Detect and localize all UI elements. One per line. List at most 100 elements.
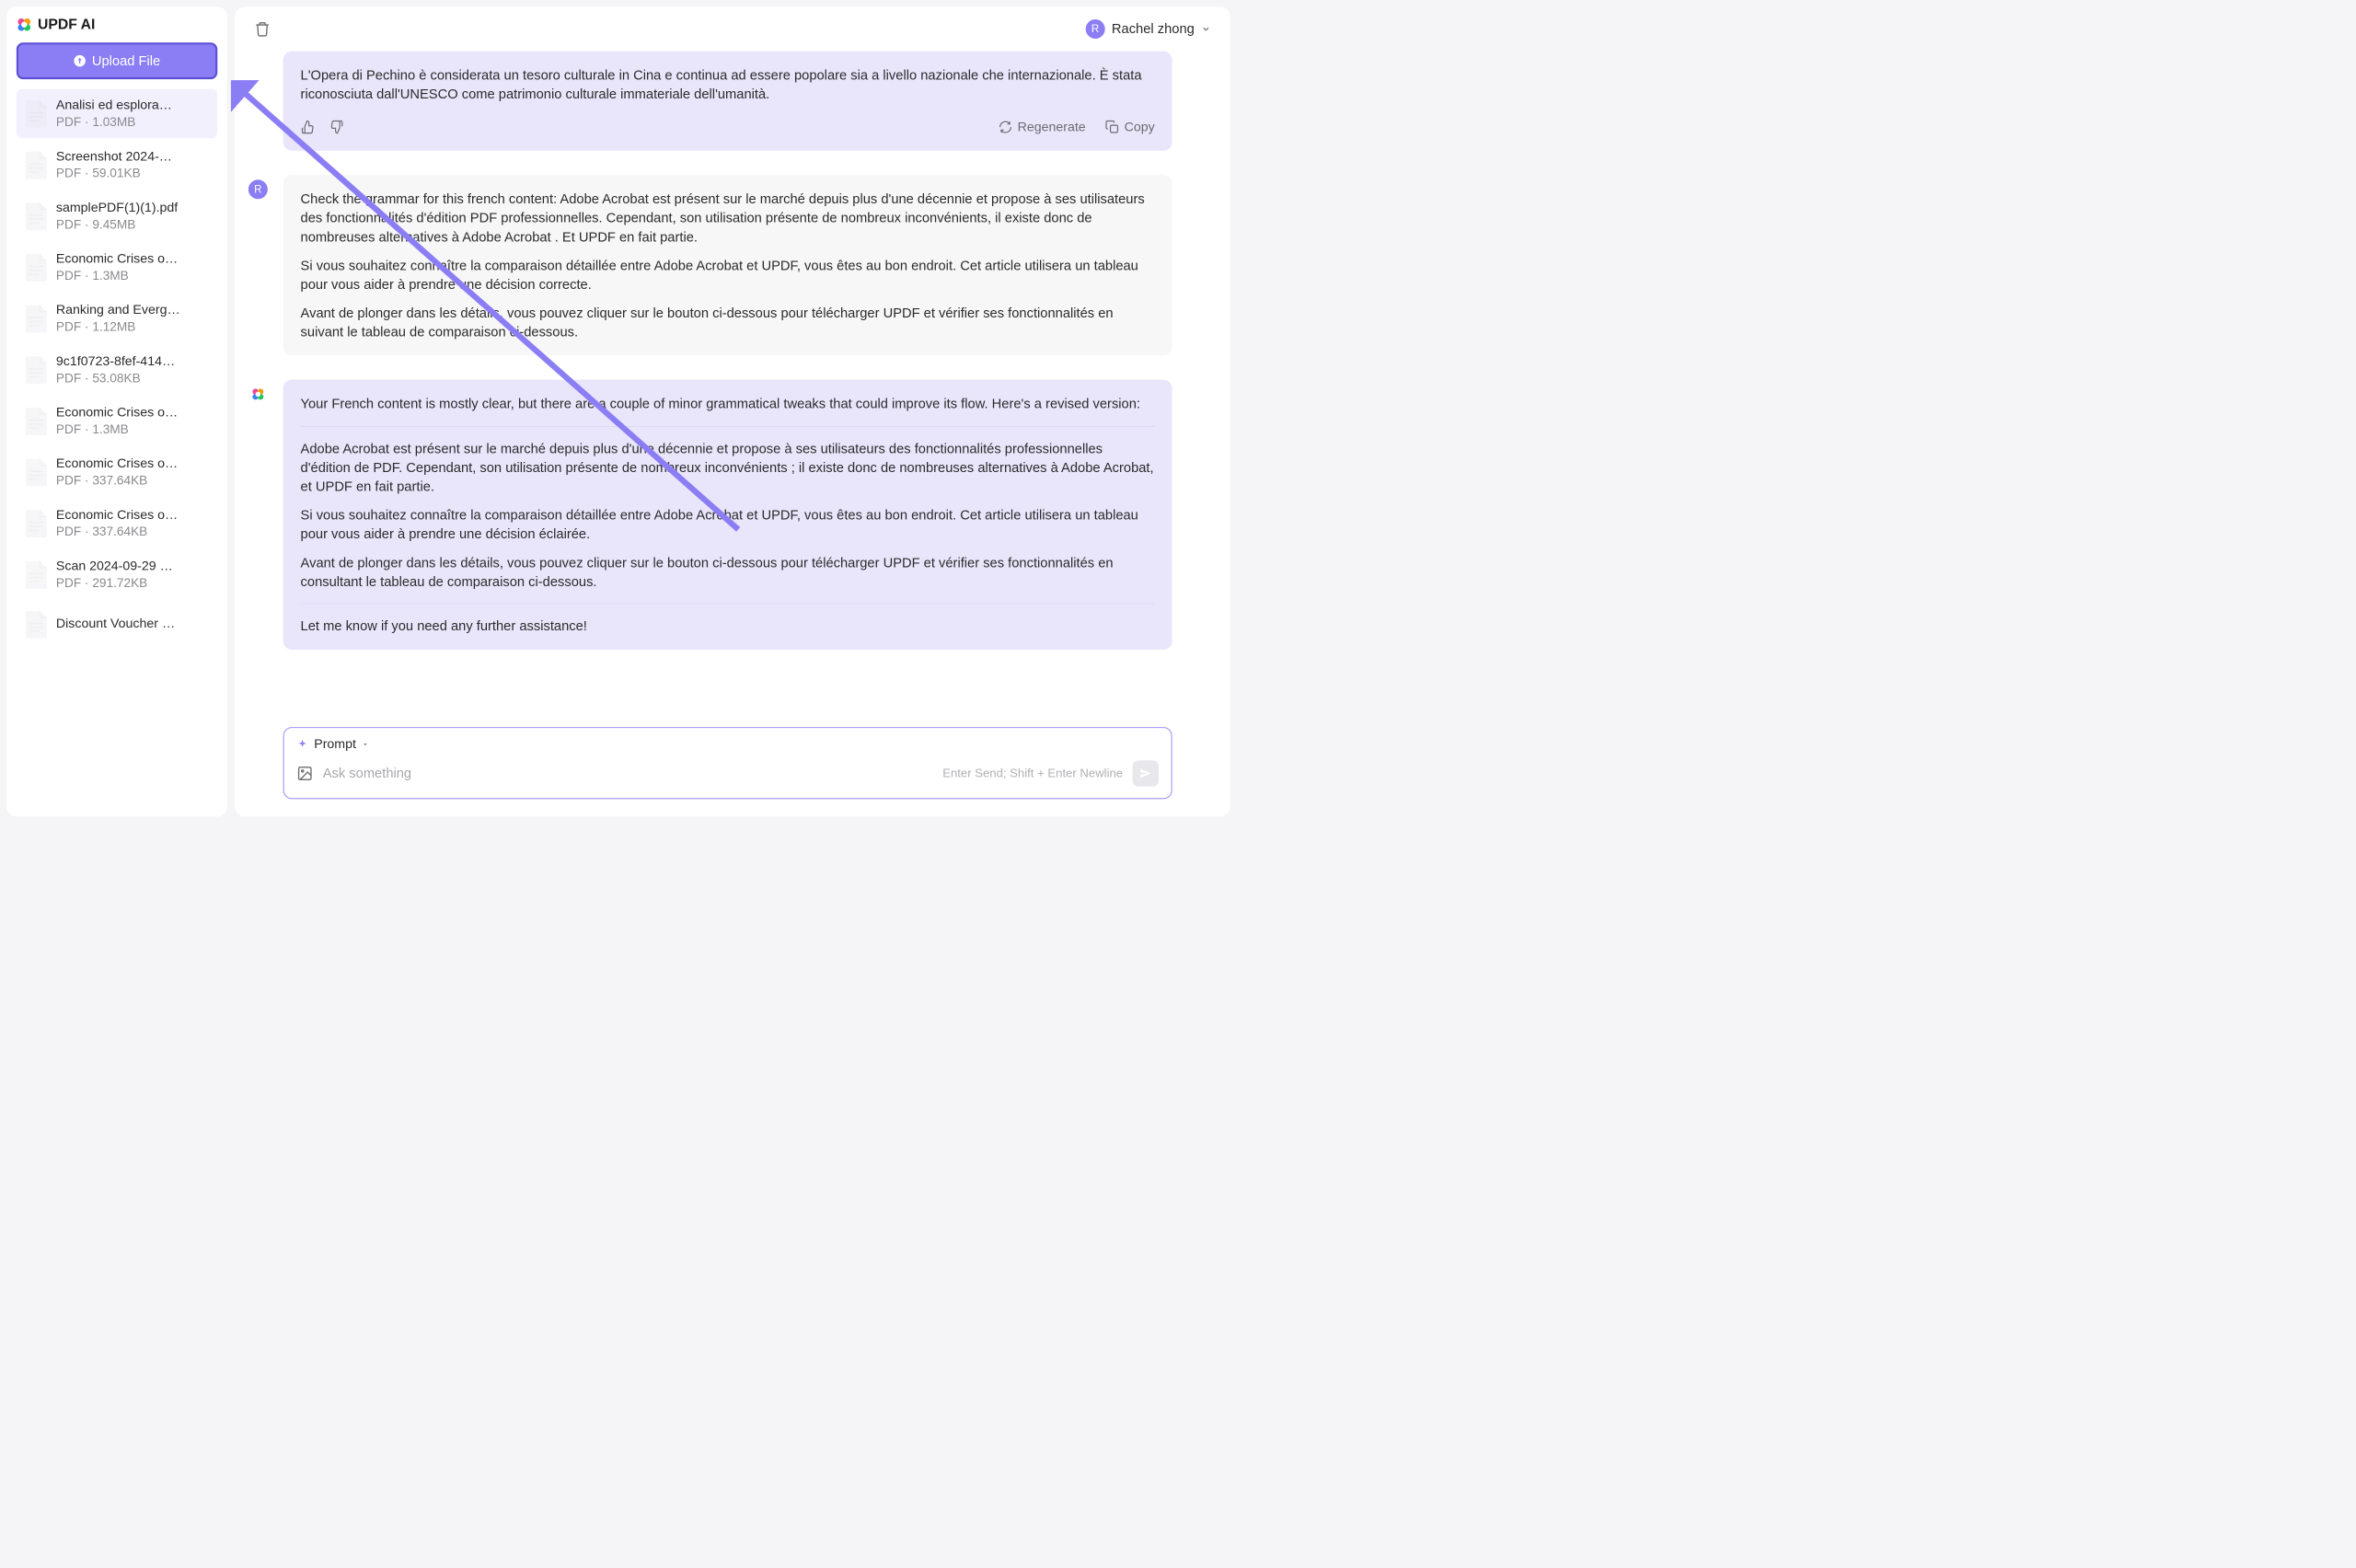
message-text: Your French content is mostly clear, but…	[301, 395, 1155, 414]
file-item[interactable]: Screenshot 2024-… PDF · 59.01KB	[17, 140, 217, 190]
file-item[interactable]: Economic Crises o…PDF · 1.3MB	[17, 396, 217, 445]
input-row: Enter Send; Shift + Enter Newline	[284, 760, 1172, 798]
file-item[interactable]: samplePDF(1)(1).pdf PDF · 9.45MB	[17, 191, 217, 241]
file-meta: PDF · 337.64KB	[56, 525, 211, 539]
file-meta: PDF · 1.3MB	[56, 421, 211, 436]
copy-label: Copy	[1125, 118, 1155, 136]
file-item[interactable]: 9c1f0723-8fef-414… PDF · 53.08KB	[17, 345, 217, 395]
regenerate-icon	[999, 120, 1013, 134]
file-name: 9c1f0723-8fef-414…	[56, 353, 211, 368]
file-name: Ranking and Everg…	[56, 303, 211, 317]
file-info: Scan 2024-09-29 … PDF · 291.72KB	[56, 559, 211, 591]
regenerate-button[interactable]: Regenerate	[999, 118, 1086, 136]
file-item[interactable]: Economic Crises o…PDF · 337.64KB	[17, 499, 217, 548]
delete-icon[interactable]	[254, 21, 271, 38]
message-text: Si vous souhaitez connaître la comparais…	[301, 256, 1155, 294]
file-name: Screenshot 2024-…	[56, 149, 211, 164]
message-text: Si vous souhaitez connaître la comparais…	[301, 505, 1155, 543]
main-panel: R Rachel zhong L'Opera di Pechino è cons…	[235, 6, 1230, 816]
prompt-selector[interactable]: Prompt	[284, 728, 1172, 760]
file-info: Discount Voucher …	[56, 616, 211, 632]
user-message: R Check the grammar for this french cont…	[283, 175, 1172, 356]
user-name: Rachel zhong	[1112, 21, 1195, 37]
sidebar-header: UPDF AI	[17, 17, 217, 33]
file-item[interactable]: Economic Crises o… PDF · 337.64KB	[17, 447, 217, 497]
file-item[interactable]: Ranking and Everg… PDF · 1.12MB	[17, 294, 217, 343]
file-name: samplePDF(1)(1).pdf	[56, 200, 211, 214]
copy-button[interactable]: Copy	[1105, 118, 1155, 136]
app-logo-icon	[17, 17, 32, 32]
file-icon	[23, 610, 49, 640]
file-info: Economic Crises o…PDF · 337.64KB	[56, 507, 211, 539]
message-text: Adobe Acrobat est présent sur le marché …	[301, 439, 1155, 496]
image-attach-icon[interactable]	[296, 766, 313, 782]
input-area: Prompt Enter Send; Shift + Enter Newline	[235, 714, 1230, 816]
ai-avatar-small	[248, 385, 268, 404]
file-meta: PDF · 1.12MB	[56, 319, 211, 334]
file-meta: PDF · 59.01KB	[56, 166, 211, 180]
upload-file-button[interactable]: Upload File	[17, 42, 217, 79]
input-card: Prompt Enter Send; Shift + Enter Newline	[283, 727, 1172, 799]
file-info: Economic Crises o… PDF · 337.64KB	[56, 456, 211, 489]
chevron-down-icon	[362, 741, 368, 747]
file-item[interactable]: Analisi ed esplora… PDF · 1.03MB	[17, 89, 217, 139]
file-name: Economic Crises o…	[56, 456, 211, 471]
file-info: Analisi ed esplora… PDF · 1.03MB	[56, 98, 211, 130]
file-meta: PDF · 53.08KB	[56, 371, 211, 386]
file-name: Analisi ed esplora…	[56, 98, 211, 112]
copy-icon	[1105, 120, 1120, 134]
sidebar: UPDF AI Upload File Analisi ed esplora… P…	[6, 6, 226, 816]
regenerate-label: Regenerate	[1018, 118, 1086, 136]
file-info: Ranking and Everg… PDF · 1.12MB	[56, 303, 211, 335]
divider	[301, 426, 1155, 427]
file-name: Economic Crises o…	[56, 251, 211, 266]
chat-area: L'Opera di Pechino è considerata un teso…	[235, 52, 1230, 715]
thumbs-up-icon[interactable]	[301, 120, 316, 134]
input-hint: Enter Send; Shift + Enter Newline	[942, 767, 1123, 780]
chevron-down-icon	[1201, 24, 1211, 34]
file-icon	[23, 150, 49, 179]
file-info: samplePDF(1)(1).pdf PDF · 9.45MB	[56, 200, 211, 232]
file-info: Screenshot 2024-… PDF · 59.01KB	[56, 149, 211, 181]
file-icon	[23, 253, 49, 282]
ai-message: Your French content is mostly clear, but…	[283, 380, 1172, 650]
file-item[interactable]: Discount Voucher …	[17, 601, 217, 647]
file-meta: PDF · 1.3MB	[56, 268, 211, 282]
file-list: Analisi ed esplora… PDF · 1.03MB Screensho…	[17, 89, 217, 648]
message-actions: Regenerate Copy	[301, 118, 1155, 136]
app-title: UPDF AI	[38, 17, 95, 33]
file-info: 9c1f0723-8fef-414… PDF · 53.08KB	[56, 353, 211, 386]
upload-label: Upload File	[92, 53, 160, 69]
file-name: Discount Voucher …	[56, 616, 211, 630]
file-icon	[23, 457, 49, 487]
file-meta: PDF · 337.64KB	[56, 473, 211, 488]
main-header: R Rachel zhong	[235, 6, 1230, 51]
message-text: L'Opera di Pechino è considerata un teso…	[301, 65, 1155, 103]
file-icon	[23, 509, 49, 538]
file-meta: PDF · 9.45MB	[56, 217, 211, 232]
message-card: L'Opera di Pechino è considerata un teso…	[283, 52, 1172, 151]
message-text: Avant de plonger dans les détails, vous …	[301, 304, 1155, 341]
file-icon	[23, 99, 49, 129]
message-card: Your French content is mostly clear, but…	[283, 380, 1172, 650]
message-text: Avant de plonger dans les détails, vous …	[301, 553, 1155, 591]
send-icon	[1138, 767, 1152, 780]
chat-input[interactable]	[323, 766, 933, 781]
thumbs-down-icon[interactable]	[329, 120, 344, 134]
file-name: Scan 2024-09-29 …	[56, 559, 211, 573]
upload-icon	[74, 54, 87, 67]
user-avatar: R	[1086, 19, 1105, 39]
divider	[301, 604, 1155, 605]
user-menu[interactable]: R Rachel zhong	[1086, 19, 1211, 39]
file-info: Economic Crises o…PDF · 1.3MB	[56, 405, 211, 437]
message-text: Check the grammar for this french conten…	[301, 190, 1155, 247]
file-icon	[23, 202, 49, 231]
ai-message: L'Opera di Pechino è considerata un teso…	[283, 52, 1172, 151]
file-item[interactable]: Scan 2024-09-29 … PDF · 291.72KB	[17, 549, 217, 599]
file-meta: PDF · 291.72KB	[56, 575, 211, 590]
send-button[interactable]	[1133, 760, 1159, 786]
file-meta: PDF · 1.03MB	[56, 114, 211, 129]
file-item[interactable]: Economic Crises o… PDF · 1.3MB	[17, 243, 217, 293]
file-icon	[23, 407, 49, 435]
sparkle-icon	[296, 738, 308, 750]
